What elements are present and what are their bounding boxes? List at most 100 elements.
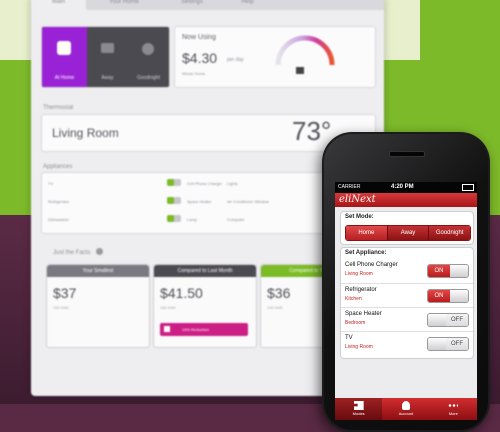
- appliance-room: Kitchen: [345, 296, 362, 302]
- appliance-name: Cell Phone Charger: [187, 181, 223, 186]
- set-appliance-title: Set Appliance:: [345, 250, 387, 256]
- now-using-card: Now Using $4.30 per day Whole Home: [174, 26, 376, 88]
- tab-your-home[interactable]: Your Home: [89, 0, 159, 10]
- appliance-row: Refrigerator Kitchen ON: [341, 283, 473, 308]
- help-icon[interactable]: [96, 248, 103, 255]
- toggle-state: ON: [428, 290, 450, 302]
- tab-bar: Modes Account More: [335, 398, 477, 420]
- facts-section-title: Just the Facts: [53, 250, 91, 256]
- appliance-name: Dishwasher: [48, 217, 69, 222]
- mode-selector: At Home Away Goodnight: [41, 26, 170, 88]
- dashboard-tab-bar: Main Your Home Settings Help: [31, 0, 384, 10]
- mode-away-button[interactable]: Away: [87, 27, 128, 87]
- appliance-row: Cell Phone Charger Living Room ON: [341, 259, 473, 283]
- status-bar: CARRIER 4:20 PM: [335, 182, 477, 193]
- app-header: eliNext: [335, 193, 477, 207]
- mode-at-home-button[interactable]: At Home: [42, 27, 87, 87]
- facts-box-smallest: Your Smallest $37 150 kWh: [46, 264, 150, 348]
- facts-box-value: $41.50: [160, 285, 203, 301]
- toggle-knob: [428, 314, 446, 326]
- moon-icon: [142, 43, 154, 55]
- tab-account[interactable]: Account: [382, 398, 429, 420]
- appliances-section-title: Appliances: [43, 164, 73, 170]
- appliance-toggle[interactable]: OFF: [427, 337, 469, 351]
- toggle-state: OFF: [446, 338, 468, 350]
- facts-box-value: $37: [53, 285, 77, 301]
- tab-modes[interactable]: Modes: [335, 398, 383, 420]
- toggle-knob: [428, 338, 446, 350]
- appliance-name: Computer: [227, 217, 245, 222]
- facts-box-sub: 150 kWh: [53, 305, 69, 310]
- app-logo: eliNext: [339, 194, 376, 205]
- usage-gauge-icon: [275, 35, 335, 74]
- toggle-knob: [450, 290, 468, 302]
- appliance-name: TV: [48, 181, 54, 186]
- appliance-toggle[interactable]: [167, 197, 181, 204]
- now-using-title: Now Using: [182, 34, 216, 41]
- toggle-state: OFF: [446, 314, 468, 326]
- mode-label: At Home: [54, 75, 75, 81]
- set-mode-title: Set Mode:: [345, 214, 374, 220]
- phone-screen: CARRIER 4:20 PM eliNext Set Mode: Home A…: [335, 182, 477, 420]
- appliance-name: Air Conditioner Window: [227, 199, 269, 204]
- appliance-toggle[interactable]: ON: [427, 289, 469, 303]
- appliance-toggle[interactable]: OFF: [427, 313, 469, 327]
- appliance-name: Space Heater: [187, 199, 212, 204]
- appliance-name: Refrigerator: [48, 199, 70, 204]
- appliance-name: Space Heater: [345, 311, 382, 317]
- thermostat-section-title: Thermostat: [43, 105, 74, 111]
- mode-goodnight-button[interactable]: Goodnight: [428, 226, 470, 240]
- appliance-name: TV: [345, 335, 353, 341]
- thermostat-temp: 73°: [292, 116, 332, 146]
- appliance-name: Refrigerator: [345, 287, 377, 293]
- facts-box-sub: 160 kWh: [160, 305, 176, 310]
- carrier-label: CARRIER: [338, 184, 361, 190]
- mode-label: Away: [101, 75, 114, 81]
- facts-box-head: Compared to Last Month: [154, 265, 256, 277]
- appliance-room: Living Room: [345, 271, 373, 277]
- thermostat-room: Living Room: [52, 126, 119, 140]
- account-icon: [401, 401, 410, 410]
- toggle-knob: [450, 265, 468, 277]
- reduction-badge-label: 15% Reduction: [182, 327, 210, 332]
- tab-settings[interactable]: Settings: [162, 0, 222, 10]
- tab-main[interactable]: Main: [31, 0, 86, 10]
- set-appliance-group: Set Appliance: Cell Phone Charger Living…: [340, 247, 474, 359]
- reduction-badge: 15% Reduction: [160, 323, 248, 336]
- car-icon: [101, 43, 114, 53]
- modes-icon: [353, 401, 364, 410]
- tab-more[interactable]: More: [430, 398, 477, 420]
- tab-label: Modes: [352, 411, 365, 416]
- mode-label: Goodnight: [136, 75, 161, 81]
- appliance-name: Cell Phone Charger: [345, 262, 398, 268]
- facts-box-head: Your Smallest: [47, 265, 149, 277]
- phone-speaker: [389, 151, 425, 157]
- appliance-toggle[interactable]: ON: [427, 264, 469, 278]
- home-icon: [57, 41, 71, 55]
- tab-label: More: [448, 411, 458, 416]
- appliance-toggle[interactable]: [167, 215, 181, 222]
- now-using-sub: Whole Home: [182, 71, 206, 76]
- facts-box-value: $36: [267, 285, 291, 301]
- appliance-row: Space Heater Bedroom OFF: [341, 307, 473, 332]
- phone-device: CARRIER 4:20 PM eliNext Set Mode: Home A…: [322, 132, 490, 432]
- appliance-name: Lights: [227, 181, 238, 186]
- facts-box-last-month: Compared to Last Month $41.50 160 kWh 15…: [153, 264, 257, 348]
- appliance-room: Living Room: [345, 344, 373, 350]
- mode-goodnight-button[interactable]: Goodnight: [128, 27, 169, 87]
- appliance-row: TV Living Room OFF: [341, 331, 473, 356]
- now-using-price: $4.30: [182, 50, 218, 66]
- appliance-toggle[interactable]: [167, 179, 181, 186]
- more-icon: [448, 404, 459, 407]
- facts-box-sub: 140 kWh: [267, 305, 283, 310]
- status-time: 4:20 PM: [391, 184, 414, 190]
- mode-home-button[interactable]: Home: [346, 226, 387, 240]
- tab-help[interactable]: Help: [225, 0, 270, 10]
- toggle-state: ON: [428, 265, 450, 277]
- set-mode-group: Set Mode: Home Away Goodnight: [340, 211, 474, 245]
- mode-away-button[interactable]: Away: [386, 226, 429, 240]
- thumbs-up-icon: [164, 326, 170, 332]
- tab-label: Account: [398, 411, 414, 416]
- mode-segmented-control: Home Away Goodnight: [345, 225, 471, 241]
- now-using-unit: per day: [227, 57, 244, 63]
